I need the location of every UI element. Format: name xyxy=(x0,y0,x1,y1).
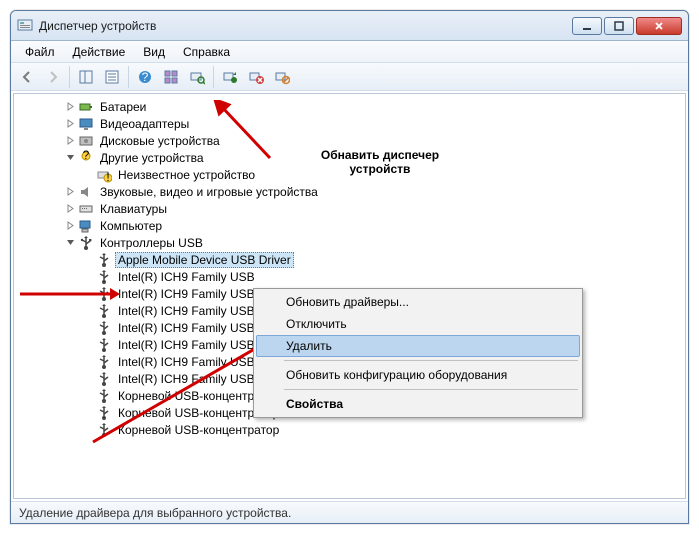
menu-action[interactable]: Действие xyxy=(65,43,134,61)
svg-text:?: ? xyxy=(142,70,149,84)
expand-icon[interactable] xyxy=(64,135,76,147)
tree-node-computer[interactable]: Компьютер xyxy=(20,217,685,234)
expand-icon[interactable] xyxy=(64,220,76,232)
question-device-icon: ! xyxy=(96,167,112,183)
tree-node-display[interactable]: Видеоадаптеры xyxy=(20,115,685,132)
node-label: Звуковые, видео и игровые устройства xyxy=(97,184,321,200)
disk-icon xyxy=(78,133,94,149)
usb-device-icon xyxy=(96,320,112,336)
toolbar-separator xyxy=(213,66,214,88)
tree-node-unknown-device[interactable]: ! Неизвестное устройство xyxy=(20,166,685,183)
node-label: Другие устройства xyxy=(97,150,207,166)
tree-node-apple-usb[interactable]: Apple Mobile Device USB Driver xyxy=(20,251,685,268)
toolbar-separator xyxy=(128,66,129,88)
help-button[interactable]: ? xyxy=(133,65,157,89)
node-label: Intel(R) ICH9 Family USB xyxy=(115,286,258,302)
minimize-button[interactable] xyxy=(572,17,602,35)
context-menu: Обновить драйверы... Отключить Удалить О… xyxy=(253,288,583,418)
status-text: Удаление драйвера для выбранного устройс… xyxy=(19,506,291,520)
usb-device-icon xyxy=(96,354,112,370)
window-title: Диспетчер устройств xyxy=(39,19,572,33)
usb-device-icon xyxy=(96,303,112,319)
usb-device-icon xyxy=(96,286,112,302)
node-label: Intel(R) ICH9 Family USB xyxy=(115,303,258,319)
usb-device-icon xyxy=(96,388,112,404)
menu-view[interactable]: Вид xyxy=(135,43,173,61)
svg-text:?: ? xyxy=(83,150,90,162)
ctx-separator xyxy=(284,389,578,390)
keyboard-icon xyxy=(78,201,94,217)
node-label: Компьютер xyxy=(97,218,165,234)
usb-device-icon xyxy=(96,422,112,438)
question-icon: ? xyxy=(78,150,94,166)
usb-device-icon xyxy=(96,405,112,421)
monitor-icon xyxy=(78,116,94,132)
scan-hardware-button[interactable] xyxy=(185,65,209,89)
collapse-icon[interactable] xyxy=(64,237,76,249)
tree-node-other[interactable]: ? Другие устройства xyxy=(20,149,685,166)
toolbar-separator xyxy=(69,66,70,88)
ctx-uninstall[interactable]: Удалить xyxy=(256,335,580,357)
expand-icon[interactable] xyxy=(64,203,76,215)
uninstall-button[interactable] xyxy=(244,65,268,89)
ctx-separator xyxy=(284,360,578,361)
tree-node-root-hub[interactable]: Корневой USB-концентратор xyxy=(20,421,685,438)
tree-node-usb-controllers[interactable]: Контроллеры USB xyxy=(20,234,685,251)
node-label: Контроллеры USB xyxy=(97,235,206,251)
node-label: Батареи xyxy=(97,99,149,115)
tree-node-ich9[interactable]: Intel(R) ICH9 Family USB xyxy=(20,268,685,285)
node-label: Неизвестное устройство xyxy=(115,167,258,183)
battery-icon xyxy=(78,99,94,115)
usb-device-icon xyxy=(96,269,112,285)
usb-device-icon xyxy=(96,371,112,387)
node-label: Intel(R) ICH9 Family USB xyxy=(115,354,258,370)
svg-text:!: ! xyxy=(106,170,109,183)
disable-button[interactable] xyxy=(270,65,294,89)
node-label: Intel(R) ICH9 Family USB xyxy=(115,337,258,353)
ctx-scan-hardware[interactable]: Обновить конфигурацию оборудования xyxy=(256,364,580,386)
forward-button[interactable] xyxy=(41,65,65,89)
node-label: Intel(R) ICH9 Family USB xyxy=(115,320,258,336)
menu-file[interactable]: Файл xyxy=(17,43,63,61)
ctx-disable[interactable]: Отключить xyxy=(256,313,580,335)
expand-icon[interactable] xyxy=(64,118,76,130)
title-icon xyxy=(17,18,33,34)
node-label: Корневой USB-концентратор xyxy=(115,422,282,438)
ctx-properties[interactable]: Свойства xyxy=(256,393,580,415)
ctx-update-drivers[interactable]: Обновить драйверы... xyxy=(256,291,580,313)
node-label: Видеоадаптеры xyxy=(97,116,192,132)
expand-icon[interactable] xyxy=(64,186,76,198)
view-button[interactable] xyxy=(159,65,183,89)
close-button[interactable] xyxy=(636,17,682,35)
tree-node-keyboards[interactable]: Клавиатуры xyxy=(20,200,685,217)
speaker-icon xyxy=(78,184,94,200)
menu-help[interactable]: Справка xyxy=(175,43,238,61)
usb-device-icon xyxy=(96,337,112,353)
usb-device-icon xyxy=(96,252,112,268)
properties-button[interactable] xyxy=(100,65,124,89)
usb-icon xyxy=(78,235,94,251)
tree-node-batteries[interactable]: Батареи xyxy=(20,98,685,115)
collapse-icon[interactable] xyxy=(64,152,76,164)
node-label: Клавиатуры xyxy=(97,201,170,217)
maximize-button[interactable] xyxy=(604,17,634,35)
update-driver-button[interactable] xyxy=(218,65,242,89)
node-label: Дисковые устройства xyxy=(97,133,223,149)
node-label-selected: Apple Mobile Device USB Driver xyxy=(115,252,294,268)
expand-icon[interactable] xyxy=(64,101,76,113)
computer-icon xyxy=(78,218,94,234)
show-hide-tree-button[interactable] xyxy=(74,65,98,89)
node-label: Intel(R) ICH9 Family USB xyxy=(115,269,258,285)
tree-node-sound[interactable]: Звуковые, видео и игровые устройства xyxy=(20,183,685,200)
tree-node-disk[interactable]: Дисковые устройства xyxy=(20,132,685,149)
back-button[interactable] xyxy=(15,65,39,89)
